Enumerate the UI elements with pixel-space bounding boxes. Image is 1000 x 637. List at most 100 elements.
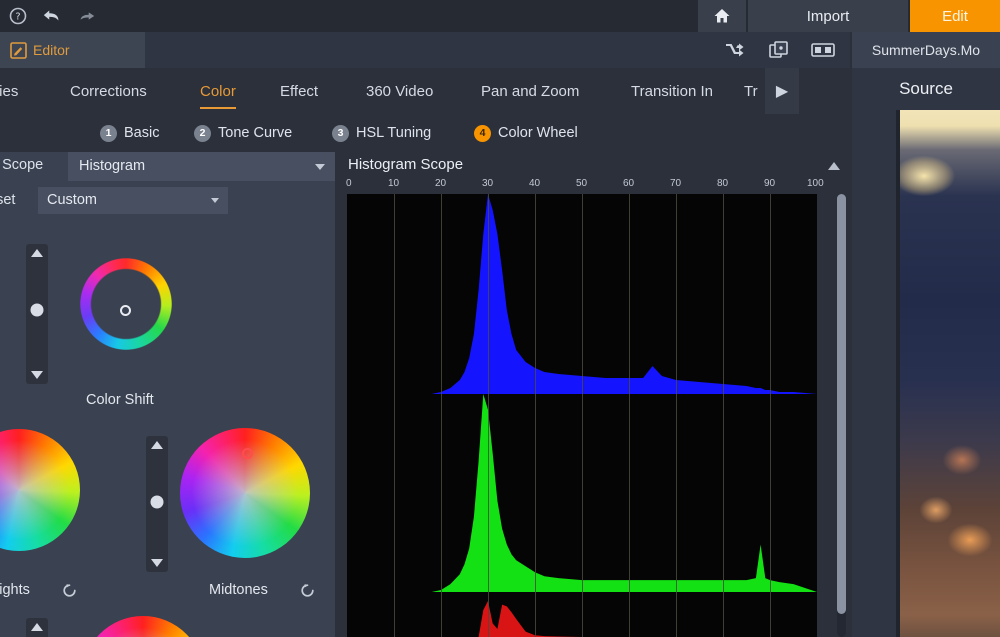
ruler-tick-label: 0 bbox=[346, 178, 352, 189]
panel-layout-icon[interactable] bbox=[810, 40, 836, 60]
slider-knob[interactable] bbox=[150, 495, 164, 509]
redo-icon[interactable] bbox=[76, 6, 96, 26]
media-file-tab[interactable]: SummerDays.Mo bbox=[852, 32, 1000, 68]
preview-video-frame[interactable] bbox=[900, 110, 1000, 637]
ruler-tick-label: 40 bbox=[529, 178, 541, 189]
subtab-label: Basic bbox=[124, 125, 160, 141]
chevron-down-icon bbox=[211, 198, 219, 203]
histogram-gridline bbox=[488, 194, 489, 637]
help-icon[interactable]: ? bbox=[8, 6, 28, 26]
midtones-label: Midtones bbox=[209, 582, 268, 598]
panel-scrollbar[interactable] bbox=[837, 194, 846, 637]
preset-dropdown[interactable]: Custom bbox=[38, 187, 228, 214]
preview-background bbox=[852, 110, 900, 637]
preset-value: Custom bbox=[47, 192, 97, 208]
histogram-gridline bbox=[629, 194, 630, 637]
midtones-marker[interactable] bbox=[242, 448, 253, 459]
import-button[interactable]: Import bbox=[748, 0, 908, 32]
tab-rties[interactable]: rties bbox=[0, 68, 18, 114]
tab-label: Corrections bbox=[70, 82, 147, 100]
undo-icon[interactable] bbox=[42, 6, 62, 26]
edit-button[interactable]: Edit bbox=[910, 0, 1000, 32]
ruler-tick-label: 60 bbox=[623, 178, 635, 189]
editor-tab-label: Editor bbox=[33, 42, 70, 58]
subtab-number-badge: 4 bbox=[474, 124, 491, 142]
home-icon bbox=[714, 9, 730, 23]
highlights-reset-icon[interactable] bbox=[62, 583, 77, 598]
shadows-slider-partial[interactable] bbox=[26, 618, 48, 637]
pencil-edit-icon bbox=[10, 41, 27, 59]
tab-scroll-right-button[interactable]: ▶ bbox=[765, 68, 799, 114]
tab-label: rties bbox=[0, 82, 19, 100]
ruler-tick-label: 100 bbox=[807, 178, 824, 189]
midtones-reset-icon[interactable] bbox=[300, 583, 315, 598]
color-shift-marker[interactable] bbox=[120, 305, 131, 316]
subtab-number-badge: 1 bbox=[100, 124, 117, 142]
tab-pan-and-zoom[interactable]: Pan and Zoom bbox=[481, 68, 579, 114]
home-button[interactable] bbox=[698, 0, 746, 32]
highlights-wheel[interactable] bbox=[0, 429, 80, 551]
top-toolbar-right-group: Import Edit bbox=[698, 0, 1000, 32]
tab-effect[interactable]: Effect bbox=[280, 68, 318, 114]
media-file-name: SummerDays.Mo bbox=[871, 42, 981, 58]
subtab-tone-curve[interactable]: 2 Tone Curve bbox=[194, 114, 292, 152]
ruler-tick-label: 20 bbox=[435, 178, 447, 189]
source-preview-header: Source bbox=[852, 68, 1000, 110]
chevron-up-icon[interactable] bbox=[828, 162, 840, 170]
color-shift-wheel[interactable] bbox=[62, 240, 190, 368]
slider-knob[interactable] bbox=[30, 303, 44, 317]
top-toolbar: ? Import Edit bbox=[0, 0, 1000, 32]
slider-down-arrow-icon[interactable] bbox=[31, 371, 43, 379]
slider-down-arrow-icon[interactable] bbox=[151, 559, 163, 567]
histogram-gridline bbox=[535, 194, 536, 637]
histogram-gridline bbox=[441, 194, 442, 637]
slider-up-arrow-icon[interactable] bbox=[31, 249, 43, 257]
shuffle-icon[interactable] bbox=[722, 40, 748, 60]
tab-color[interactable]: Color bbox=[200, 68, 236, 114]
slider-up-arrow-icon[interactable] bbox=[151, 441, 163, 449]
video-editor-window: ? Import Edit Editor SummerDays.Mo Sourc… bbox=[0, 0, 1000, 637]
midtones-slider[interactable] bbox=[146, 436, 168, 572]
editor-tab-bar: Editor bbox=[0, 32, 850, 68]
source-preview-pane bbox=[852, 110, 1000, 637]
histogram-scope-panel: Histogram Scope 0 10 20 30 40 50 60 70 80 90 100 bbox=[335, 152, 850, 637]
tab-label: 360 Video bbox=[366, 82, 434, 100]
histogram-plot[interactable] bbox=[347, 194, 817, 637]
color-shift-slider[interactable] bbox=[26, 244, 48, 384]
editor-tab[interactable]: Editor bbox=[0, 32, 145, 68]
tab-tr[interactable]: Tr bbox=[744, 68, 758, 114]
tab-label: Transition In bbox=[631, 82, 713, 100]
video-scope-value: Histogram bbox=[79, 158, 146, 174]
import-button-label: Import bbox=[806, 7, 850, 25]
subtab-hsl-tuning[interactable]: 3 HSL Tuning bbox=[332, 114, 431, 152]
subtab-number-badge: 2 bbox=[194, 124, 211, 142]
subtab-basic[interactable]: 1 Basic bbox=[100, 114, 159, 152]
color-wheel-control-panel: o Scope Histogram eset Custom Color Shif… bbox=[0, 152, 335, 637]
subtab-number-badge: 3 bbox=[332, 124, 349, 142]
color-subtab-row: 1 Basic 2 Tone Curve 3 HSL Tuning 4 Color Wheel bbox=[0, 114, 850, 152]
ruler-tick-label: 70 bbox=[670, 178, 682, 189]
subtab-color-wheel[interactable]: 4 Color Wheel bbox=[474, 114, 578, 152]
ruler-tick-label: 10 bbox=[388, 178, 400, 189]
histogram-gridline bbox=[676, 194, 677, 637]
histogram-ruler: 0 10 20 30 40 50 60 70 80 90 100 bbox=[346, 178, 824, 192]
tab-transition-in[interactable]: Transition In bbox=[631, 68, 713, 114]
edit-button-label: Edit bbox=[942, 7, 968, 25]
video-scope-row: o Scope Histogram bbox=[0, 152, 335, 181]
property-tab-row: rties Corrections Color Effect 360 Video Pan … bbox=[0, 68, 850, 114]
color-shift-label: Color Shift bbox=[86, 392, 154, 408]
slider-up-arrow-icon[interactable] bbox=[31, 623, 43, 631]
tab-corrections[interactable]: Corrections bbox=[70, 68, 147, 114]
histogram-gridline bbox=[582, 194, 583, 637]
chevron-down-icon bbox=[315, 164, 325, 170]
duplicate-icon[interactable] bbox=[766, 40, 792, 60]
tab-360-video[interactable]: 360 Video bbox=[366, 68, 433, 114]
panel-scrollbar-thumb[interactable] bbox=[837, 194, 846, 614]
ruler-tick-label: 50 bbox=[576, 178, 588, 189]
video-scope-dropdown[interactable]: Histogram bbox=[68, 152, 335, 181]
source-label: Source bbox=[899, 79, 953, 98]
subtab-label: Color Wheel bbox=[498, 125, 578, 141]
histogram-scope-title: Histogram Scope bbox=[348, 156, 464, 173]
preset-row: eset Custom bbox=[0, 187, 335, 216]
shadows-wheel-partial[interactable] bbox=[82, 616, 204, 637]
